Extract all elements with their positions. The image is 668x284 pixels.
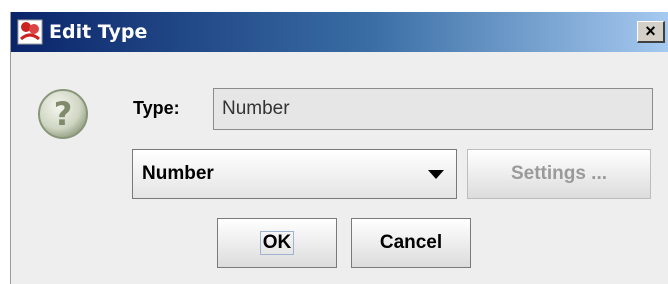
close-icon: × [645, 21, 656, 41]
title-bar[interactable]: Edit Type × [11, 12, 668, 52]
settings-button[interactable]: Settings ... [467, 149, 651, 199]
ok-button[interactable]: OK [217, 218, 337, 268]
svg-text:?: ? [54, 95, 73, 133]
combo-selected-value: Number [142, 163, 214, 184]
close-button[interactable]: × [637, 21, 665, 43]
type-field[interactable]: Number [213, 88, 653, 130]
chevron-down-icon[interactable] [428, 170, 444, 179]
edit-type-dialog: Edit Type × ? Type: Number Number Settin… [10, 12, 668, 284]
ok-button-label: OK [259, 231, 295, 255]
cancel-button[interactable]: Cancel [351, 218, 471, 268]
type-combo-box[interactable]: Number [132, 149, 457, 199]
type-label: Type: [133, 98, 180, 118]
window-title: Edit Type [49, 21, 148, 43]
app-icon [17, 19, 43, 45]
question-icon: ? [38, 89, 88, 139]
